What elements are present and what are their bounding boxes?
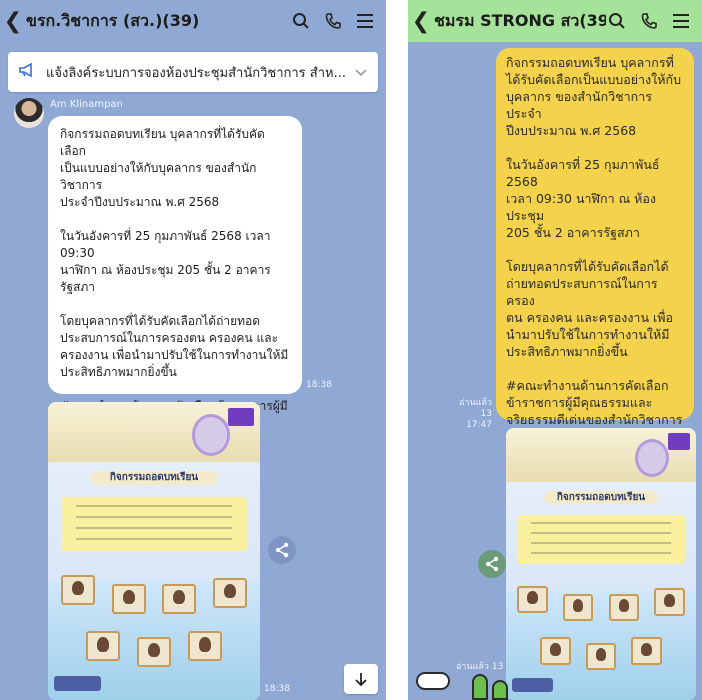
poster-photo <box>517 585 548 613</box>
menu-icon[interactable] <box>670 10 692 32</box>
poster-image[interactable]: กิจกรรมถอดบทเรียน <box>48 402 260 700</box>
message-time: 17:47 <box>466 420 492 430</box>
chevron-down-icon[interactable] <box>354 63 368 82</box>
poster-photo <box>654 588 685 616</box>
poster-logo <box>228 407 254 426</box>
announcement-banner[interactable]: แจ้งลิงค์ระบบการจองห้องประชุมสำนักวิชากา… <box>8 52 378 92</box>
poster-title: กิจกรรมถอดบทเรียน <box>544 490 658 505</box>
search-icon[interactable] <box>290 10 312 32</box>
share-button[interactable] <box>478 550 506 578</box>
message-bubble[interactable]: กิจกรรมถอดบทเรียน บุคลากรที่ ได้รับคัดเล… <box>496 48 694 512</box>
poster-photo <box>563 593 594 622</box>
share-icon <box>485 556 499 572</box>
poster-photo <box>213 577 248 608</box>
read-label: อ่านแล้ว 13 <box>456 662 504 672</box>
read-label: อ่านแล้ว 13 <box>459 398 492 419</box>
megaphone-icon <box>18 62 36 82</box>
poster-title: กิจกรรมถอดบทเรียน <box>90 470 218 486</box>
back-icon[interactable]: ❮ <box>0 9 26 34</box>
back-icon[interactable]: ❮ <box>408 9 434 34</box>
poster-photo <box>86 631 121 662</box>
cloud-sticker-icon <box>416 672 450 690</box>
image-time: 18:38 <box>264 684 290 694</box>
sticker-strip: อ่านแล้ว 13 <box>408 660 702 700</box>
poster-body <box>60 497 248 551</box>
poster-photo <box>187 631 222 662</box>
chat-screen-right: ❮ ชมรม STRONG สว(395) กิจกรรมถอดบทเรียน … <box>408 0 702 700</box>
sender-name: Am Klinampan <box>50 99 123 110</box>
chat-title: ชมรม STRONG สว(395) <box>434 10 606 30</box>
poster-footer <box>54 676 101 692</box>
scroll-down-button[interactable] <box>344 664 378 694</box>
cactus-sticker-icon <box>492 680 508 700</box>
chat-header: ❮ ชมรม STRONG สว(395) <box>408 0 702 42</box>
chat-screen-left: ❮ ขรก.วิชาการ (สว.)(39) แจ้งลิงค์ระบบการ… <box>0 0 386 700</box>
announcement-text: แจ้งลิงค์ระบบการจองห้องประชุมสำนักวิชากา… <box>46 65 346 81</box>
poster-photo <box>137 637 171 668</box>
chat-title: ขรก.วิชาการ (สว.)(39) <box>26 10 200 30</box>
poster-photo <box>60 574 95 605</box>
poster-photo <box>162 583 197 614</box>
poster-photo <box>608 593 639 622</box>
chat-header: ❮ ขรก.วิชาการ (สว.)(39) <box>0 0 386 42</box>
share-icon <box>275 542 289 558</box>
poster-body <box>517 515 685 564</box>
phone-icon[interactable] <box>638 10 660 32</box>
poster-emblem <box>192 413 231 456</box>
arrow-down-icon <box>355 673 367 687</box>
phone-icon[interactable] <box>322 10 344 32</box>
cactus-sticker-icon <box>472 674 488 700</box>
message-bubble[interactable]: กิจกรรมถอดบทเรียน บุคลากรที่ได้รับคัดเลื… <box>48 116 302 515</box>
share-button[interactable] <box>268 536 296 564</box>
message-time: 18:38 <box>306 380 332 390</box>
avatar[interactable] <box>14 98 44 128</box>
menu-icon[interactable] <box>354 10 376 32</box>
message-read-status: อ่านแล้ว 13 17:47 <box>448 398 492 431</box>
poster-photo <box>111 583 146 614</box>
search-icon[interactable] <box>606 10 628 32</box>
poster-logo <box>667 433 691 450</box>
